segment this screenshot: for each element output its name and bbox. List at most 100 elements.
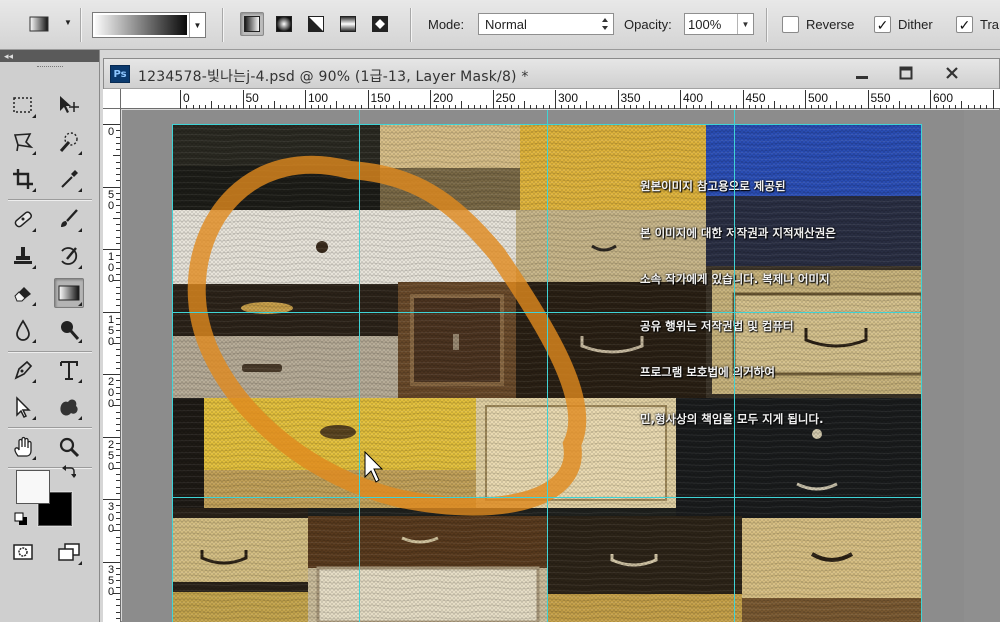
tool-preset-arrow-icon[interactable]: ▼ [64,18,72,27]
quick-selection-tool[interactable] [54,127,84,157]
gradient-picker[interactable]: ▼ [92,12,206,38]
pen-tool[interactable] [8,355,38,385]
ruler-label: 250 [495,91,516,105]
rectangular-marquee-tool[interactable] [8,90,38,120]
ruler-label: 450 [745,91,766,105]
opacity-value[interactable]: 100% [688,17,721,32]
eraser-icon [14,287,31,302]
mode-value: Normal [485,16,527,32]
ruler-label: 2 0 0 [107,376,115,410]
custom-shape-tool[interactable] [54,392,84,422]
ruler-label: 300 [558,91,579,105]
photoshop-document-icon: Ps [110,65,130,83]
document-title: 1234578-빛나는j-4.psd @ 90% (1급-13, Layer M… [138,69,529,85]
dodge-tool[interactable] [54,315,84,345]
diamond-gradient-icon [372,16,388,32]
linear-gradient-button[interactable] [240,12,264,36]
options-bar: ▼ ▼ Mode: Normal Opacity: 100% ▼ Reverse… [0,0,1000,50]
history-brush-tool[interactable] [54,241,84,271]
close-button[interactable] [930,62,974,84]
horizontal-ruler[interactable]: 0 50 100 150 200 250 300 350 400 450 500 550 600 [121,89,1000,109]
image-canvas[interactable]: 원본이미지 참고용으로 제공된 본 이미지에 대한 저작권과 지적재산권은 소속… [172,124,922,622]
blur-tool[interactable] [8,315,38,345]
canvas-overlay-text: 원본이미지 참고용으로 제공된 본 이미지에 대한 저작권과 지적재산권은 소속… [640,148,915,458]
ruler-label: 3 0 0 [107,501,115,535]
path-selection-icon [16,396,31,418]
mode-select[interactable]: Normal [478,13,614,35]
reflected-gradient-button[interactable] [336,12,360,36]
eyedropper-icon [61,170,78,188]
diamond-gradient-button[interactable] [368,12,392,36]
document-tab[interactable]: Ps 1234578-빛나는j-4.psd @ 90% (1급-13, Laye… [104,59,999,89]
ruler-label: 350 [620,91,641,105]
minimize-icon [856,76,868,79]
ruler-label: 100 [308,91,329,105]
type-icon [60,361,78,380]
foreground-color-swatch[interactable] [16,470,50,504]
ruler-label: 2 5 0 [107,438,115,473]
ruler-label: 1 5 0 [107,313,115,348]
linear-gradient-icon [244,16,260,32]
rectangular-marquee-icon [13,97,32,113]
overlay-line: 프로그램 보호법에 의거하여 [640,365,775,379]
type-tool[interactable] [54,355,84,385]
opacity-label: Opacity: [624,17,672,32]
gradient-tool-preset-icon [29,16,49,32]
brush-tool[interactable] [54,204,84,234]
clone-stamp-tool[interactable] [8,241,38,271]
ruler-label: 50 [245,91,259,105]
opacity-dropdown-arrow-icon[interactable]: ▼ [737,14,753,34]
crop-tool[interactable] [8,164,38,194]
checkmark-icon: ✓ [876,16,889,33]
eyedropper-tool[interactable] [54,164,84,194]
spot-healing-tool[interactable] [8,204,38,234]
screen-mode-button[interactable] [54,537,84,567]
reverse-label: Reverse [806,17,855,32]
ruler-origin[interactable] [103,89,121,109]
radial-gradient-button[interactable] [272,12,296,36]
overlay-line: 민,형사상의 책임을 모두 지게 됩니다. [640,411,824,426]
path-selection-tool[interactable] [8,392,38,422]
spot-healing-icon [14,211,32,228]
ruler-label: 200 [433,91,454,105]
swap-colors-icon[interactable] [60,464,77,483]
zoom-tool[interactable] [54,432,84,462]
polygonal-lasso-tool[interactable] [8,127,38,157]
angle-gradient-button[interactable] [304,12,328,36]
gradient-tool[interactable] [54,278,84,308]
hand-tool[interactable] [8,432,38,462]
overlay-line: 원본이미지 참고용으로 제공된 [640,179,786,193]
close-icon [946,67,958,79]
reverse-checkbox[interactable] [782,16,799,33]
ruler-label: 1 0 0 [107,251,115,285]
restore-icon [899,66,913,80]
screen-mode-icon [58,543,80,561]
minimize-button[interactable] [840,62,884,84]
transparency-checkbox[interactable]: ✓ [956,16,973,33]
tools-panel-grip[interactable] [0,62,99,72]
quick-mask-button[interactable] [8,537,38,567]
dither-checkbox[interactable]: ✓ [874,16,891,33]
vertical-ruler[interactable]: 0 5 0 1 0 0 1 5 0 2 0 0 2 5 0 3 0 0 3 5 0 [103,109,121,622]
clone-stamp-icon [14,247,32,264]
gradient-preview[interactable] [95,15,187,35]
updown-arrow-icon [597,14,613,34]
overlay-line: 소속 작가에게 있습니다. 복제나 어미지 [640,272,830,286]
pasteboard-right [964,110,1000,622]
reflected-gradient-icon [340,16,356,32]
move-tool[interactable] [54,90,84,120]
polygonal-lasso-icon [13,133,34,152]
tools-panel-collapse[interactable]: ◂◂ [0,50,99,62]
gradient-dropdown-arrow-icon[interactable]: ▼ [189,13,205,37]
restore-button[interactable] [884,62,928,84]
opacity-field[interactable]: 100% ▼ [684,13,754,35]
gradient-icon [58,285,80,301]
tool-preset-picker[interactable] [28,12,52,36]
ruler-label: 150 [370,91,391,105]
eraser-tool[interactable] [8,278,38,308]
default-colors-icon[interactable] [14,512,28,529]
angle-gradient-icon [308,16,324,32]
quick-selection-icon [59,132,78,152]
brush-icon [61,209,78,227]
blur-icon [16,319,30,341]
